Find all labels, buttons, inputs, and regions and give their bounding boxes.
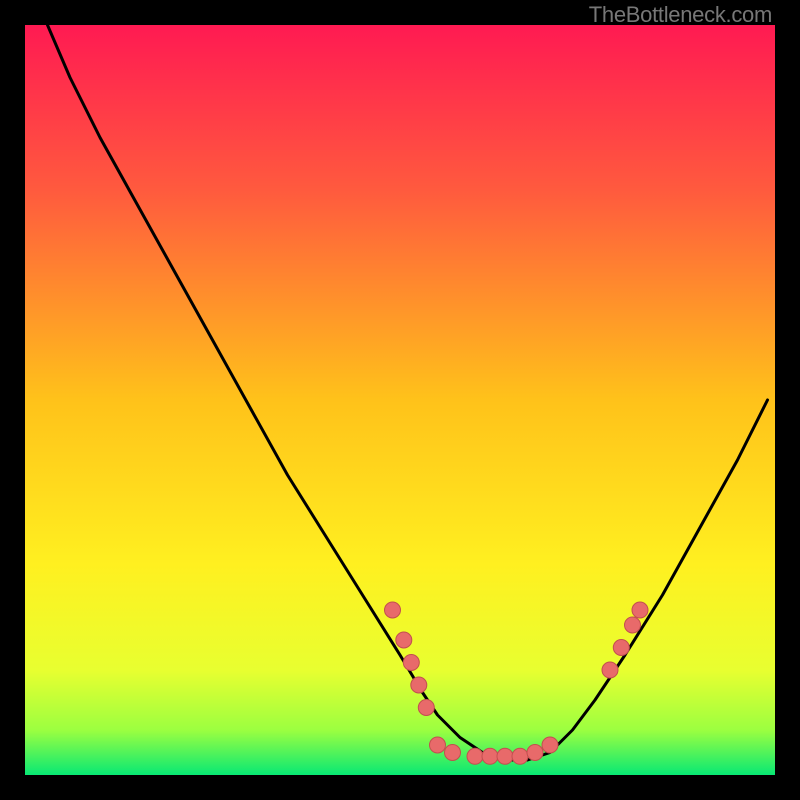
data-point	[527, 745, 543, 761]
watermark-text: TheBottleneck.com	[589, 2, 772, 28]
data-point	[385, 602, 401, 618]
data-point	[403, 655, 419, 671]
data-point	[497, 748, 513, 764]
chart-frame	[25, 25, 775, 775]
data-point	[445, 745, 461, 761]
data-point	[467, 748, 483, 764]
data-point	[418, 700, 434, 716]
data-point	[430, 737, 446, 753]
data-point	[542, 737, 558, 753]
data-point	[613, 640, 629, 656]
data-point	[632, 602, 648, 618]
gradient-background	[25, 25, 775, 775]
data-point	[396, 632, 412, 648]
data-point	[625, 617, 641, 633]
bottleneck-chart	[25, 25, 775, 775]
data-point	[602, 662, 618, 678]
data-point	[411, 677, 427, 693]
data-point	[512, 748, 528, 764]
data-point	[482, 748, 498, 764]
